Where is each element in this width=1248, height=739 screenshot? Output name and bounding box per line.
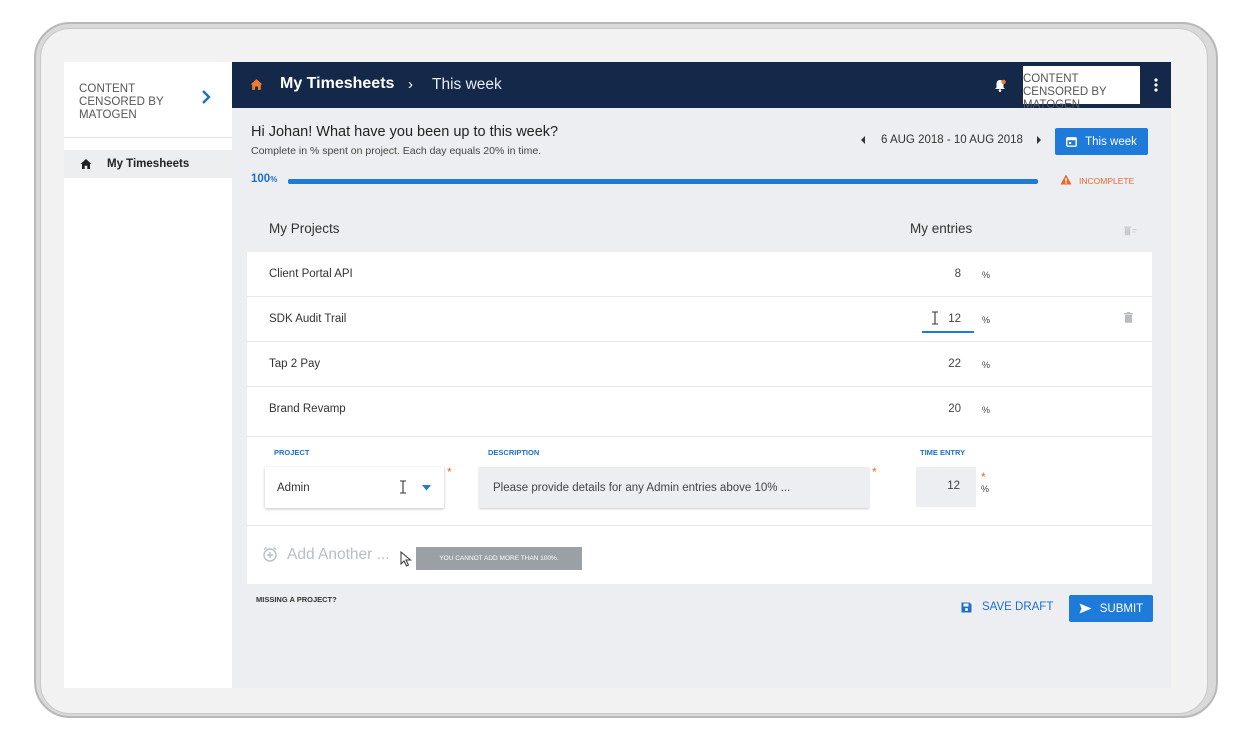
- project-entry[interactable]: 20: [927, 403, 961, 415]
- description-placeholder: Please provide details for any Admin ent…: [493, 482, 791, 494]
- page-title[interactable]: My Timesheets: [280, 75, 394, 93]
- this-week-label: This week: [1085, 135, 1137, 148]
- this-week-button[interactable]: This week: [1055, 128, 1148, 155]
- greeting-subtitle: Complete in % spent on project. Each day…: [251, 145, 542, 157]
- project-entry-input[interactable]: 12: [927, 313, 961, 325]
- progress-value: 100: [251, 173, 271, 185]
- mouse-pointer-icon: [400, 551, 412, 567]
- project-row[interactable]: SDK Audit Trail 12 %: [247, 297, 1152, 342]
- top-bar: My Timesheets › This week CONTENT CENSOR…: [232, 62, 1171, 111]
- project-name: SDK Audit Trail: [269, 313, 347, 325]
- kebab-icon: [1153, 78, 1158, 92]
- text-cursor-icon: [400, 480, 406, 494]
- project-row[interactable]: Tap 2 Pay 22 %: [247, 342, 1152, 387]
- caret-right-icon[interactable]: [1035, 135, 1043, 145]
- submit-button[interactable]: SUBMIT: [1069, 595, 1153, 622]
- time-entry-input[interactable]: 12 %: [916, 467, 989, 507]
- sidebar-divider: [64, 137, 232, 138]
- project-name: Brand Revamp: [269, 403, 346, 415]
- add-another-button[interactable]: Add Another ...: [287, 546, 390, 564]
- project-entry-unit: %: [982, 270, 991, 280]
- project-entry[interactable]: 22: [927, 358, 961, 370]
- progress-unit: %: [270, 175, 278, 184]
- time-entry-unit: %: [981, 484, 990, 494]
- week-range: 6 AUG 2018 - 10 AUG 2018: [881, 134, 1023, 146]
- missing-project-link[interactable]: MISSING A PROJECT?: [256, 595, 337, 604]
- new-entry-form: PROJECT DESCRIPTION TIME ENTRY Admin * P…: [247, 437, 1152, 526]
- save-icon: [961, 602, 972, 612]
- project-select[interactable]: Admin: [265, 467, 444, 508]
- required-mark: *: [872, 465, 877, 479]
- header-entries: My entries: [910, 221, 973, 236]
- chevron-down-icon[interactable]: [422, 485, 431, 491]
- caret-left-icon[interactable]: [859, 135, 867, 145]
- project-row[interactable]: Brand Revamp 20 %: [247, 387, 1152, 437]
- sidebar-item-label: My Timesheets: [107, 158, 190, 170]
- more-menu-button[interactable]: [1140, 62, 1171, 108]
- warning-icon: [1060, 174, 1072, 185]
- calendar-icon: [1066, 137, 1078, 147]
- required-mark: *: [447, 465, 452, 479]
- greeting-title: Hi Johan! What have you been up to this …: [251, 124, 559, 140]
- project-entry-unit: %: [982, 360, 991, 370]
- sidebar-item-my-timesheets[interactable]: My Timesheets: [64, 150, 232, 178]
- project-row[interactable]: Client Portal API 8 %: [247, 252, 1152, 297]
- project-entry[interactable]: 8: [927, 268, 961, 280]
- app-screen: CONTENT CENSORED BY MATOGEN My Timesheet…: [64, 62, 1171, 688]
- save-draft-button[interactable]: SAVE DRAFT: [961, 601, 1053, 613]
- send-icon: [1079, 603, 1092, 614]
- projects-header: My Projects My entries: [247, 205, 1152, 252]
- sidebar-brand: CONTENT CENSORED BY MATOGEN: [79, 83, 164, 121]
- required-mark: *: [981, 470, 986, 484]
- progress-fill: [288, 179, 1038, 184]
- save-draft-label: SAVE DRAFT: [982, 601, 1054, 613]
- submit-label: SUBMIT: [1099, 602, 1144, 615]
- breadcrumb-separator: ›: [408, 76, 413, 93]
- progress-percent: 100%: [251, 173, 277, 185]
- project-name: Tap 2 Pay: [269, 358, 321, 370]
- add-alarm-icon: [263, 546, 277, 562]
- description-field-label: DESCRIPTION: [488, 448, 540, 457]
- project-entry-unit: %: [982, 405, 991, 415]
- limit-tooltip: YOU CANNOT ADD MORE THAN 100%.: [416, 547, 582, 570]
- topbar-brand: CONTENT CENSORED BY MATOGEN: [1023, 66, 1140, 111]
- progress-bar: [288, 179, 1038, 184]
- home-icon[interactable]: [250, 78, 263, 91]
- home-icon: [80, 159, 92, 169]
- add-another-row: Add Another ... YOU CANNOT ADD MORE THAN…: [247, 526, 1152, 584]
- clear-all-icon[interactable]: [1123, 225, 1137, 236]
- project-select-value: Admin: [277, 482, 310, 494]
- breadcrumb-current: This week: [432, 76, 502, 93]
- chevron-right-icon[interactable]: [199, 89, 213, 105]
- project-entry-unit: %: [982, 315, 991, 325]
- time-entry-field-label: TIME ENTRY: [920, 448, 966, 457]
- project-name: Client Portal API: [269, 268, 353, 280]
- description-input[interactable]: Please provide details for any Admin ent…: [479, 467, 869, 508]
- trash-icon[interactable]: [1124, 312, 1133, 323]
- header-projects: My Projects: [269, 221, 340, 236]
- bell-icon[interactable]: [994, 79, 1006, 92]
- project-field-label: PROJECT: [274, 448, 310, 457]
- projects-card: My Projects My entries Client Portal API…: [247, 205, 1152, 584]
- main-content: My Timesheets › This week CONTENT CENSOR…: [232, 62, 1171, 688]
- status-badge: INCOMPLETE: [1079, 176, 1135, 186]
- time-entry-value: 12: [947, 480, 960, 492]
- input-focus-underline: [922, 331, 974, 333]
- sidebar: CONTENT CENSORED BY MATOGEN My Timesheet…: [64, 62, 232, 688]
